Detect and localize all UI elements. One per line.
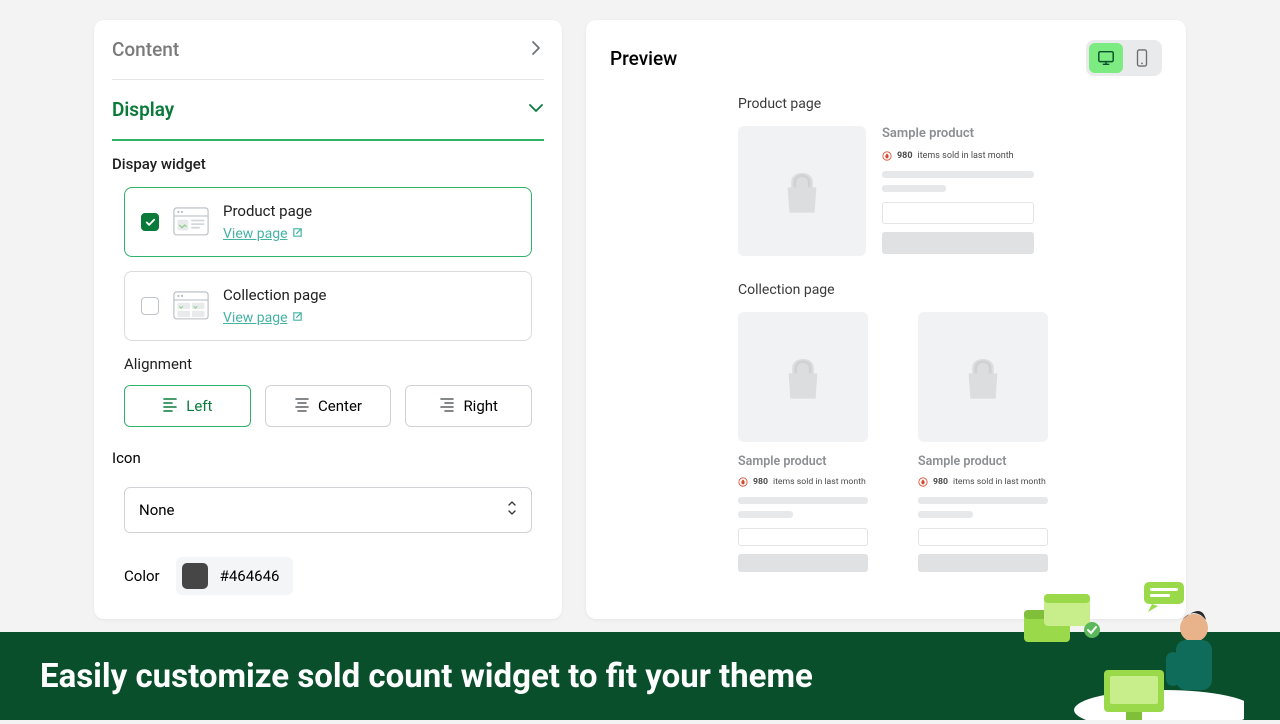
icon-label: Icon — [112, 449, 544, 467]
color-swatch — [182, 563, 208, 589]
collection-item: Sample product 980 items sold in last mo… — [738, 312, 868, 572]
skeleton-line — [882, 171, 1034, 178]
product-image-placeholder — [738, 126, 866, 256]
alignment-label: Alignment — [124, 355, 532, 373]
device-toggle — [1086, 40, 1162, 76]
skeleton-line — [738, 497, 868, 504]
icon-select-value: None — [139, 501, 175, 519]
skeleton-box — [918, 554, 1048, 572]
select-caret-icon — [507, 500, 517, 520]
accordion-content[interactable]: Content — [94, 20, 562, 80]
view-page-link[interactable]: View page — [223, 310, 303, 326]
skeleton-line — [738, 511, 793, 518]
product-image-placeholder — [738, 312, 868, 442]
product-page-icon — [173, 207, 209, 237]
skeleton-box — [918, 528, 1048, 546]
preview-section-title: Collection page — [738, 282, 1034, 298]
widget-option-collection-page[interactable]: Collection page View page — [124, 271, 532, 341]
external-link-icon — [292, 310, 303, 326]
align-right-icon — [439, 396, 455, 416]
align-right-button[interactable]: Right — [405, 385, 532, 427]
sold-count-widget: 980 items sold in last month — [738, 477, 868, 487]
widget-title: Product page — [223, 202, 515, 220]
banner-illustration — [1014, 580, 1244, 720]
sample-product-name: Sample product — [882, 126, 1034, 141]
accordion-title: Display — [112, 98, 174, 121]
accordion-title: Content — [112, 38, 179, 61]
align-center-button[interactable]: Center — [265, 385, 392, 427]
fire-icon — [738, 477, 748, 487]
sample-product-name: Sample product — [918, 454, 1048, 469]
skeleton-line — [918, 511, 973, 518]
align-center-icon — [294, 396, 310, 416]
chevron-right-icon — [528, 40, 544, 60]
preview-title: Preview — [610, 47, 677, 70]
display-widget-label: Dispay widget — [112, 155, 544, 173]
color-hex: #464646 — [220, 567, 280, 585]
preview-product-page: Product page Sample product 980 items so… — [738, 96, 1034, 256]
collection-page-icon — [173, 291, 209, 321]
skeleton-line — [882, 185, 946, 192]
widget-title: Collection page — [223, 286, 515, 304]
settings-panel: Content Display Dispay widget — [94, 20, 562, 619]
view-page-link[interactable]: View page — [223, 226, 303, 242]
checkbox[interactable] — [141, 213, 159, 231]
align-left-button[interactable]: Left — [124, 385, 251, 427]
color-label: Color — [124, 567, 160, 585]
banner-text: Easily customize sold count widget to fi… — [40, 657, 813, 696]
preview-section-title: Product page — [738, 96, 1034, 112]
chevron-down-icon — [528, 100, 544, 120]
device-mobile-button[interactable] — [1125, 43, 1159, 73]
skeleton-box — [738, 554, 868, 572]
skeleton-box — [738, 528, 868, 546]
product-image-placeholder — [918, 312, 1048, 442]
icon-select[interactable]: None — [124, 487, 532, 533]
checkbox[interactable] — [141, 297, 159, 315]
device-desktop-button[interactable] — [1089, 43, 1123, 73]
widget-option-product-page[interactable]: Product page View page — [124, 187, 532, 257]
color-picker[interactable]: #464646 — [176, 557, 294, 595]
sold-count-widget: 980 items sold in last month — [882, 151, 1034, 161]
collection-item: Sample product 980 items sold in last mo… — [918, 312, 1048, 572]
sample-product-name: Sample product — [738, 454, 868, 469]
align-left-icon — [162, 396, 178, 416]
skeleton-box — [882, 232, 1034, 254]
fire-icon — [918, 477, 928, 487]
external-link-icon — [292, 226, 303, 242]
preview-collection-page: Collection page Sample product 980 items… — [738, 282, 1034, 572]
fire-icon — [882, 151, 892, 161]
sold-count-widget: 980 items sold in last month — [918, 477, 1048, 487]
skeleton-box — [882, 202, 1034, 224]
skeleton-line — [918, 497, 1048, 504]
accordion-display[interactable]: Display Dispay widget Product page — [94, 80, 562, 619]
preview-panel: Preview Product page Sample — [586, 20, 1186, 619]
alignment-group: Left Center Right — [124, 385, 532, 427]
